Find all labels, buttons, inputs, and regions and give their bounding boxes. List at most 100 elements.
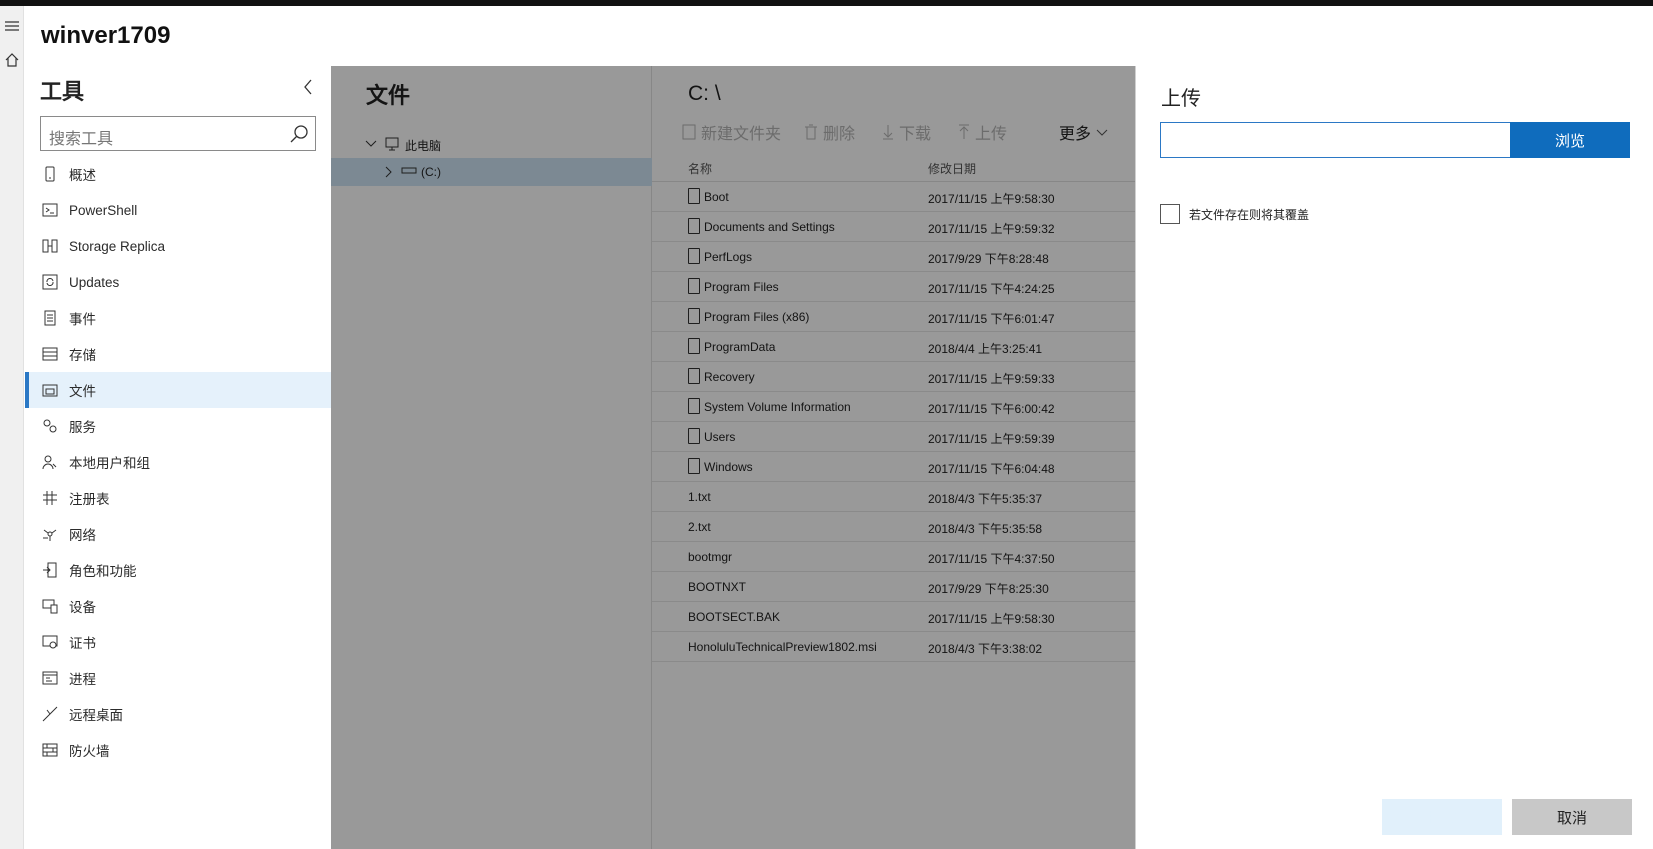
nav-item-services[interactable]: 服务 <box>25 408 331 444</box>
modified-date: 2017/11/15 下午6:01:47 <box>928 312 1055 326</box>
search-tools-input[interactable]: 搜索工具 <box>40 116 316 151</box>
file-name-cell: Recovery <box>688 368 755 384</box>
download-icon <box>883 125 893 140</box>
updates-icon <box>42 274 58 290</box>
nav-item-storage[interactable]: 存储 <box>25 336 331 372</box>
folder-icon <box>688 218 700 234</box>
files-title: 文件 <box>366 83 411 108</box>
table-row[interactable]: Users 2017/11/15 上午9:59:39 <box>652 422 1135 452</box>
tools-nav: 概述 PowerShell Storage Replica Updates 事件… <box>25 156 331 768</box>
file-path-input[interactable] <box>1160 122 1510 158</box>
more-button[interactable]: 更多 <box>1059 118 1108 146</box>
nav-item-storage-replica[interactable]: Storage Replica <box>25 228 331 264</box>
nav-item-devices[interactable]: 设备 <box>25 588 331 624</box>
file-name: Boot <box>704 190 729 204</box>
download-button[interactable]: 下载 <box>882 118 931 146</box>
file-name: Users <box>704 430 736 444</box>
file-name: Documents and Settings <box>704 220 835 234</box>
users-icon <box>42 455 57 470</box>
chevron-down-icon[interactable] <box>365 139 377 149</box>
network-icon <box>43 529 57 541</box>
new-folder-icon <box>682 124 696 140</box>
browse-button[interactable]: 浏览 <box>1510 122 1630 158</box>
nav-item-processes[interactable]: 进程 <box>25 660 331 696</box>
folder-icon <box>688 398 700 414</box>
file-name-cell: Users <box>688 428 736 444</box>
table-row[interactable]: bootmgr 2017/11/15 下午4:37:50 <box>652 542 1135 572</box>
new-folder-button[interactable]: 新建文件夹 <box>682 118 781 146</box>
cancel-button[interactable]: 取消 <box>1512 799 1632 835</box>
nav-label: 服务 <box>69 420 96 435</box>
search-icon[interactable] <box>289 124 309 144</box>
file-name: Program Files <box>704 280 779 294</box>
overview-icon <box>45 166 55 182</box>
table-row[interactable]: BOOTNXT 2017/9/29 下午8:25:30 <box>652 572 1135 602</box>
nav-item-powershell[interactable]: PowerShell <box>25 192 331 228</box>
file-name: ProgramData <box>704 340 776 354</box>
nav-label: 存储 <box>69 348 96 363</box>
table-row[interactable]: Program Files (x86) 2017/11/15 下午6:01:47 <box>652 302 1135 332</box>
collapse-chevron-left-icon[interactable] <box>297 76 319 98</box>
file-toolbar: 新建文件夹 删除 下载 上传 更多 <box>682 118 1142 146</box>
table-row[interactable]: Documents and Settings 2017/11/15 上午9:59:… <box>652 212 1135 242</box>
modified-date: 2017/11/15 上午9:58:30 <box>928 192 1055 206</box>
nav-item-files[interactable]: 文件 <box>25 372 331 408</box>
nav-item-local-users[interactable]: 本地用户和组 <box>25 444 331 480</box>
table-row[interactable]: Program Files 2017/11/15 下午4:24:25 <box>652 272 1135 302</box>
firewall-icon <box>42 743 58 757</box>
services-icon <box>43 419 57 433</box>
nav-item-roles-features[interactable]: 角色和功能 <box>25 552 331 588</box>
overwrite-checkbox[interactable] <box>1160 204 1180 224</box>
folder-icon <box>688 308 700 324</box>
devices-icon <box>42 599 58 614</box>
chevron-right-icon[interactable] <box>384 166 392 178</box>
nav-item-events[interactable]: 事件 <box>25 300 331 336</box>
nav-item-remote-desktop[interactable]: 远程桌面 <box>25 696 331 732</box>
modified-date: 2017/11/15 下午4:24:25 <box>928 282 1055 296</box>
table-row[interactable]: 2.txt 2018/4/3 下午5:35:58 <box>652 512 1135 542</box>
nav-label: 进程 <box>69 672 96 687</box>
table-row[interactable]: Boot 2017/11/15 上午9:58:30 <box>652 182 1135 212</box>
registry-icon <box>43 491 57 505</box>
file-name: Windows <box>704 460 753 474</box>
more-label: 更多 <box>1059 126 1092 143</box>
overwrite-option[interactable]: 若文件存在则将其覆盖 <box>1160 204 1309 224</box>
submit-button[interactable]: 提交 <box>1382 799 1502 835</box>
hamburger-icon[interactable] <box>0 12 24 40</box>
upload-button[interactable]: 上传 <box>958 118 1007 146</box>
column-header-name[interactable]: 名称 <box>688 160 712 177</box>
file-name: System Volume Information <box>704 400 851 414</box>
modified-date: 2018/4/4 上午3:25:41 <box>928 342 1043 356</box>
home-icon[interactable] <box>0 46 24 74</box>
folder-icon <box>688 278 700 294</box>
table-row[interactable]: System Volume Information 2017/11/15 下午6:… <box>652 392 1135 422</box>
nav-label: 事件 <box>69 312 96 327</box>
file-name-cell: BOOTNXT <box>688 580 746 594</box>
table-row[interactable]: 1.txt 2018/4/3 下午5:35:37 <box>652 482 1135 512</box>
upload-icon <box>959 124 969 139</box>
delete-button[interactable]: 删除 <box>804 118 855 146</box>
current-path: C: \ <box>688 82 721 105</box>
nav-item-updates[interactable]: Updates <box>25 264 331 300</box>
remote-desktop-icon <box>42 706 58 722</box>
nav-item-firewall[interactable]: 防火墙 <box>25 732 331 768</box>
nav-label: 防火墙 <box>69 744 110 759</box>
nav-label: PowerShell <box>69 202 138 218</box>
nav-item-registry[interactable]: 注册表 <box>25 480 331 516</box>
table-row[interactable]: BOOTSECT.BAK 2017/11/15 上午9:58:30 <box>652 602 1135 632</box>
nav-label: 网络 <box>69 528 96 543</box>
table-row[interactable]: Recovery 2017/11/15 上午9:59:33 <box>652 362 1135 392</box>
table-row[interactable]: ProgramData 2018/4/4 上午3:25:41 <box>652 332 1135 362</box>
modified-date: 2017/11/15 上午9:59:39 <box>928 432 1055 446</box>
nav-item-certificates[interactable]: 证书 <box>25 624 331 660</box>
table-row[interactable]: HonoluluTechnicalPreview1802.msi 2018/4/3… <box>652 632 1135 662</box>
nav-item-network[interactable]: 网络 <box>25 516 331 552</box>
table-row[interactable]: PerfLogs 2017/9/29 下午8:28:48 <box>652 242 1135 272</box>
table-row[interactable]: Windows 2017/11/15 下午6:04:48 <box>652 452 1135 482</box>
file-name-cell: bootmgr <box>688 550 732 564</box>
tree-item-drive-c[interactable]: (C:) <box>331 158 652 186</box>
tree-item-this-pc[interactable]: 此电脑 <box>331 130 652 158</box>
modified-date: 2017/11/15 上午9:59:32 <box>928 222 1055 236</box>
column-header-modified[interactable]: 修改日期 <box>928 160 976 177</box>
nav-item-overview[interactable]: 概述 <box>25 156 331 192</box>
